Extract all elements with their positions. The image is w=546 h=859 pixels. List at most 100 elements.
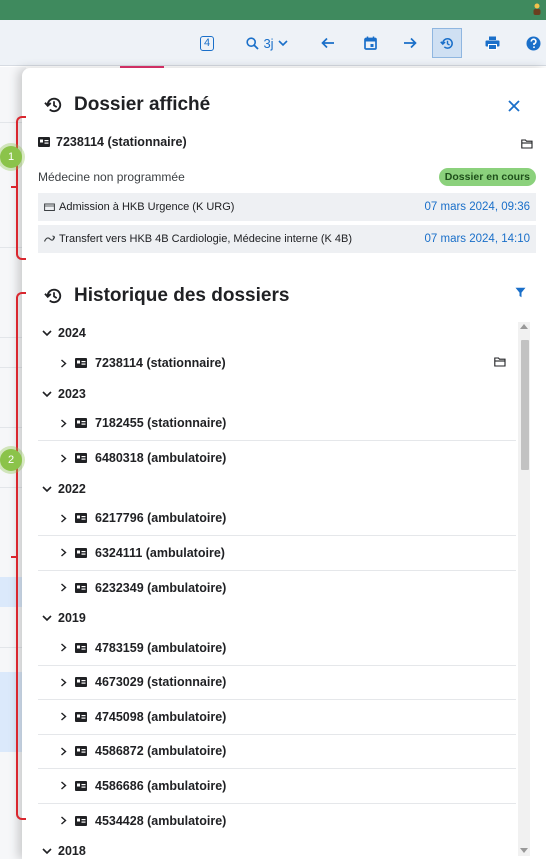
annotation-bracket-1	[11, 116, 26, 260]
filter-button[interactable]	[512, 284, 528, 300]
scroll-up-arrow-icon[interactable]	[520, 324, 528, 329]
dossier-history-item[interactable]: 7238114 (stationnaire)	[38, 346, 516, 381]
dossier-history-label: 4673029 (stationnaire)	[95, 675, 227, 690]
filter-icon	[515, 287, 525, 297]
arrow-left-icon	[321, 37, 334, 49]
calendar-button[interactable]	[358, 28, 382, 58]
dossier-card-icon	[75, 582, 87, 593]
dossier-category-row: Médecine non programmée Dossier en cours	[38, 163, 536, 191]
chevron-right-icon	[61, 454, 67, 463]
event-row[interactable]: Admission à HKB Urgence (K URG) 07 mars …	[38, 193, 536, 221]
dossier-history-label: 4586872 (ambulatoire)	[95, 744, 227, 759]
bed-icon	[44, 203, 55, 211]
annotation-bracket-2	[11, 292, 26, 820]
dossier-count-button[interactable]: 4	[196, 28, 218, 58]
year-label: 2018	[58, 844, 86, 856]
help-button[interactable]	[522, 28, 544, 58]
year-group-header[interactable]: 2023	[38, 381, 516, 407]
displayed-dossier-number: 7238114 (stationnaire)	[38, 135, 187, 149]
event-label: Transfert vers HKB 4B Cardiologie, Médec…	[59, 233, 353, 245]
year-label: 2022	[58, 481, 86, 496]
calendar-icon	[363, 36, 377, 50]
status-badge: Dossier en cours	[438, 168, 536, 186]
year-label: 2023	[58, 386, 86, 401]
history-heading: Historique des dossiers	[44, 285, 289, 307]
year-group-header[interactable]: 2024	[38, 320, 516, 346]
toolbar: 4 3j	[0, 20, 546, 66]
chevron-right-icon	[61, 816, 67, 825]
dossier-history-item[interactable]: 6324111 (ambulatoire)	[38, 536, 516, 571]
search-period-label: 3j	[263, 35, 274, 51]
dossier-count: 4	[199, 35, 215, 51]
chevron-down-icon	[277, 40, 288, 47]
chevron-right-icon	[61, 548, 67, 557]
history-tree: 2024 7238114 (stationnaire) 2023 7182455 (s…	[38, 320, 516, 856]
scroll-thumb[interactable]	[521, 340, 529, 470]
dossier-history-item[interactable]: 4586686 (ambulatoire)	[38, 769, 516, 804]
chevron-right-icon	[61, 747, 67, 756]
dossier-history-label: 4745098 (ambulatoire)	[95, 709, 227, 724]
dossier-card-icon	[75, 746, 87, 757]
displayed-dossier-heading: Dossier affiché	[44, 94, 210, 116]
history-icon	[44, 288, 62, 304]
transfer-icon	[44, 235, 55, 242]
dossier-history-item[interactable]: 7182455 (stationnaire)	[38, 407, 516, 441]
close-icon	[508, 100, 520, 112]
chevron-right-icon	[61, 419, 67, 428]
print-button[interactable]	[480, 28, 504, 58]
dossier-history-label: 7182455 (stationnaire)	[95, 416, 227, 431]
dossier-history-label: 6217796 (ambulatoire)	[95, 511, 227, 526]
previous-button[interactable]	[316, 28, 340, 58]
dossier-card-icon	[75, 418, 87, 429]
chevron-right-icon	[61, 359, 67, 368]
dossier-card-icon	[75, 547, 87, 558]
dossier-history-label: 4586686 (ambulatoire)	[95, 778, 227, 793]
dossier-history-item[interactable]: 4745098 (ambulatoire)	[38, 700, 516, 735]
open-folder-button[interactable]	[494, 356, 506, 370]
printer-icon	[485, 36, 499, 50]
dossier-category: Médecine non programmée	[38, 170, 185, 184]
dossier-history-label: 4534428 (ambulatoire)	[95, 813, 227, 828]
dossier-card-icon	[75, 780, 87, 791]
dossier-history-item[interactable]: 6480318 (ambulatoire)	[38, 441, 516, 476]
history-toggle-button[interactable]	[432, 28, 462, 58]
dossier-history-item[interactable]: 4534428 (ambulatoire)	[38, 804, 516, 839]
dossier-history-item[interactable]: 6217796 (ambulatoire)	[38, 502, 516, 536]
close-button[interactable]	[504, 96, 524, 116]
folder-open-icon	[494, 357, 506, 367]
event-date: 07 mars 2024, 09:36	[424, 201, 531, 213]
displayed-dossier-title: Dossier affiché	[74, 94, 211, 115]
arrow-right-icon	[404, 37, 417, 49]
year-group-header[interactable]: 2022	[38, 476, 516, 502]
event-row[interactable]: Transfert vers HKB 4B Cardiologie, Médec…	[38, 225, 536, 253]
dossier-history-label: 4783159 (ambulatoire)	[95, 640, 227, 655]
history-scrollbar[interactable]	[518, 322, 530, 856]
scroll-down-arrow-icon[interactable]	[520, 848, 528, 853]
user-icon	[533, 3, 541, 15]
open-folder-button[interactable]	[520, 138, 534, 150]
chevron-right-icon	[61, 712, 67, 721]
year-group-header[interactable]: 2018	[38, 838, 516, 856]
chevron-down-icon	[42, 390, 52, 397]
search-period-button[interactable]: 3j	[238, 28, 296, 58]
chevron-down-icon	[42, 485, 52, 492]
dossier-history-item[interactable]: 6232349 (ambulatoire)	[38, 571, 516, 606]
chevron-down-icon	[42, 330, 52, 337]
dossier-history-label: 6480318 (ambulatoire)	[95, 451, 227, 466]
history-icon	[439, 37, 453, 49]
dossier-history-item[interactable]: 4673029 (stationnaire)	[38, 666, 516, 700]
chevron-down-icon	[42, 848, 52, 855]
dossier-history-item[interactable]: 4783159 (ambulatoire)	[38, 631, 516, 666]
chevron-right-icon	[61, 583, 67, 592]
dossier-card-icon	[75, 358, 87, 369]
annotation-marker-1: 1	[0, 146, 22, 168]
history-icon	[44, 97, 62, 113]
next-button[interactable]	[398, 28, 422, 58]
dossier-history-item[interactable]: 4586872 (ambulatoire)	[38, 735, 516, 769]
chevron-down-icon	[42, 615, 52, 622]
dossier-card-icon	[75, 677, 87, 688]
dossier-history-label: 6324111 (ambulatoire)	[95, 545, 225, 560]
dossier-card-icon	[75, 513, 87, 524]
year-group-header[interactable]: 2019	[38, 605, 516, 631]
chevron-right-icon	[61, 781, 67, 790]
